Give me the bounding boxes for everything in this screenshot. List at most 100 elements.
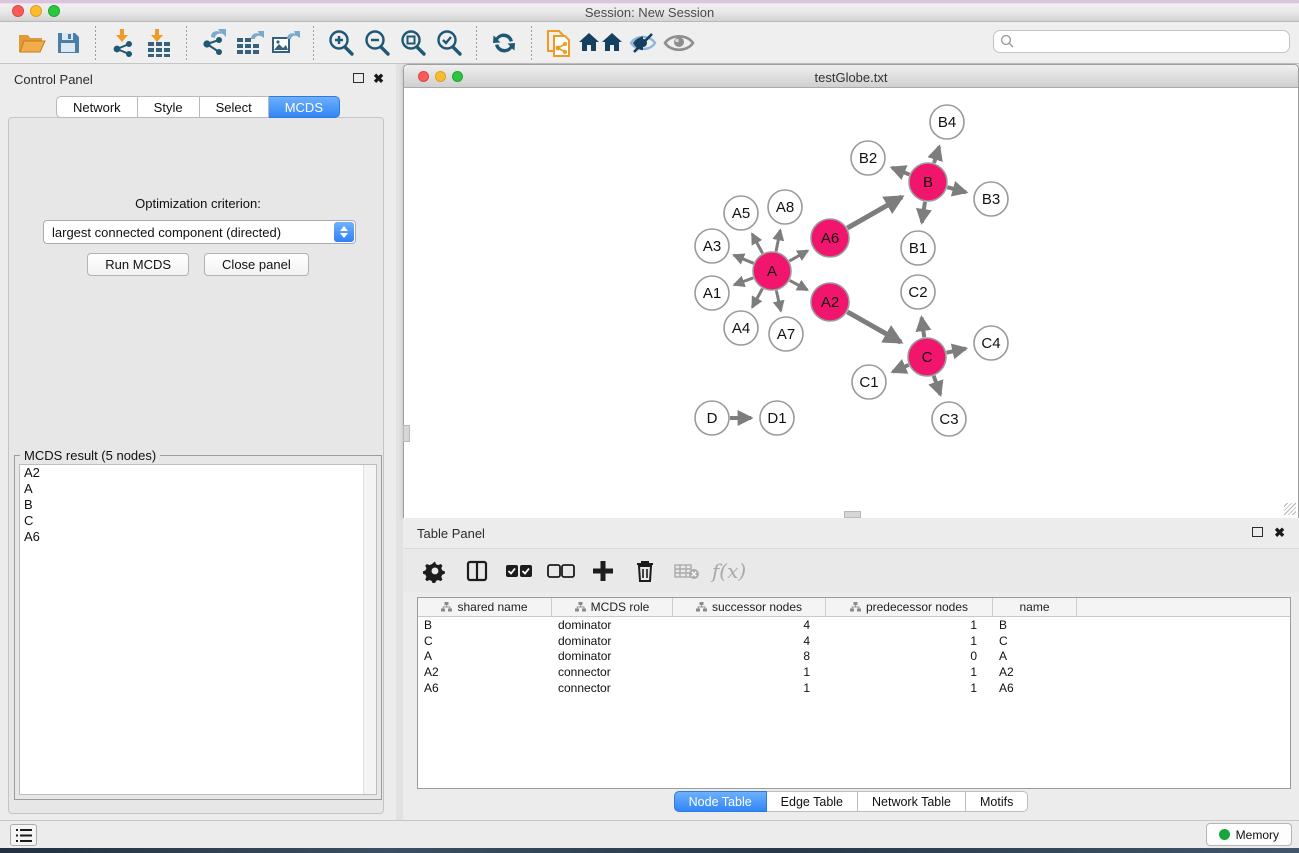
edge-A-A2[interactable] bbox=[790, 280, 808, 290]
tab-edge-table[interactable]: Edge Table bbox=[767, 791, 858, 812]
cell-MCDS-role[interactable]: connector bbox=[552, 681, 673, 695]
mcds-result-item[interactable]: A6 bbox=[20, 529, 376, 545]
table-row[interactable]: A6connector11A6 bbox=[418, 680, 1290, 696]
table-row[interactable]: Adominator80A bbox=[418, 649, 1290, 665]
float-panel-icon[interactable] bbox=[1252, 527, 1263, 537]
cell-predecessor-nodes[interactable]: 0 bbox=[826, 649, 993, 663]
tab-node-table[interactable]: Node Table bbox=[674, 791, 767, 812]
clone-network-icon[interactable] bbox=[541, 26, 577, 60]
network-window-titlebar[interactable]: testGlobe.txt bbox=[404, 65, 1298, 88]
edge-A2-C[interactable] bbox=[847, 312, 901, 342]
search-input[interactable] bbox=[1015, 35, 1265, 49]
zoom-fit-icon[interactable] bbox=[395, 26, 431, 60]
export-network-icon[interactable] bbox=[196, 26, 232, 60]
mcds-result-item[interactable]: A2 bbox=[20, 465, 376, 481]
cell-successor-nodes[interactable]: 1 bbox=[673, 665, 826, 679]
tab-network-table[interactable]: Network Table bbox=[858, 791, 966, 812]
cell-predecessor-nodes[interactable]: 1 bbox=[826, 634, 993, 648]
close-panel-icon[interactable]: ✖ bbox=[1274, 527, 1285, 538]
edge-A-A4[interactable] bbox=[752, 289, 762, 308]
mcds-result-list[interactable]: A2ABCA6 bbox=[19, 464, 377, 795]
close-panel-button[interactable]: Close panel bbox=[204, 253, 309, 276]
edge-B-B2[interactable] bbox=[892, 168, 909, 175]
memory-button[interactable]: Memory bbox=[1206, 823, 1292, 846]
search-box[interactable] bbox=[993, 30, 1290, 53]
edge-C-C1[interactable] bbox=[893, 365, 909, 372]
edge-A-A3[interactable] bbox=[734, 255, 754, 263]
cell-name[interactable]: B bbox=[993, 618, 1077, 632]
mcds-result-item[interactable]: A bbox=[20, 481, 376, 497]
hide-panel-eye-icon[interactable] bbox=[625, 26, 661, 60]
cell-shared-name[interactable]: B bbox=[418, 618, 552, 632]
edge-A6-B[interactable] bbox=[847, 197, 902, 228]
column-header-predecessor-nodes[interactable]: predecessor nodes bbox=[826, 598, 993, 616]
edge-C-C4[interactable] bbox=[947, 349, 966, 353]
zoom-in-icon[interactable] bbox=[323, 26, 359, 60]
cell-predecessor-nodes[interactable]: 1 bbox=[826, 618, 993, 632]
edge-B-B4[interactable] bbox=[934, 147, 939, 163]
float-panel-icon[interactable] bbox=[353, 73, 364, 83]
save-session-icon[interactable] bbox=[50, 26, 86, 60]
edge-A-A7[interactable] bbox=[776, 291, 781, 311]
import-network-icon[interactable] bbox=[105, 26, 141, 60]
column-header-name[interactable]: name bbox=[993, 598, 1077, 616]
import-table-icon[interactable] bbox=[141, 26, 177, 60]
column-visibility-icon[interactable] bbox=[463, 557, 491, 585]
cell-name[interactable]: A6 bbox=[993, 681, 1077, 695]
deselect-all-checkboxes-icon[interactable] bbox=[547, 557, 575, 585]
column-header-shared-name[interactable]: shared name bbox=[418, 598, 552, 616]
select-all-checkboxes-icon[interactable] bbox=[505, 557, 533, 585]
zoom-out-icon[interactable] bbox=[359, 26, 395, 60]
cell-name[interactable]: A2 bbox=[993, 665, 1077, 679]
edge-A-A8[interactable] bbox=[776, 230, 780, 251]
tab-style[interactable]: Style bbox=[138, 96, 200, 118]
table-row[interactable]: Cdominator41C bbox=[418, 633, 1290, 649]
cell-MCDS-role[interactable]: dominator bbox=[552, 634, 673, 648]
mcds-result-item[interactable]: C bbox=[20, 513, 376, 529]
table-row[interactable]: A2connector11A2 bbox=[418, 664, 1290, 680]
column-header-successor-nodes[interactable]: successor nodes bbox=[673, 598, 826, 616]
tab-motifs[interactable]: Motifs bbox=[966, 791, 1028, 812]
cell-MCDS-role[interactable]: connector bbox=[552, 665, 673, 679]
export-image-icon[interactable] bbox=[268, 26, 304, 60]
network-canvas[interactable]: B4B2BB3A5A8A6A3B1AA1C2A2A4A7C4CC1DD1C3 bbox=[404, 88, 1298, 518]
add-column-icon[interactable] bbox=[589, 557, 617, 585]
table-header-row[interactable]: shared nameMCDS rolesuccessor nodesprede… bbox=[418, 598, 1290, 617]
cell-shared-name[interactable]: A2 bbox=[418, 665, 552, 679]
task-history-button[interactable] bbox=[10, 824, 37, 846]
cell-name[interactable]: C bbox=[993, 634, 1077, 648]
edge-C-C2[interactable] bbox=[922, 318, 925, 338]
refresh-layout-icon[interactable] bbox=[486, 26, 522, 60]
cell-predecessor-nodes[interactable]: 1 bbox=[826, 681, 993, 695]
tab-select[interactable]: Select bbox=[200, 96, 269, 118]
run-mcds-button[interactable]: Run MCDS bbox=[87, 253, 189, 276]
resize-grip-icon[interactable] bbox=[1284, 503, 1296, 515]
delete-column-trash-icon[interactable] bbox=[631, 557, 659, 585]
edge-C-C3[interactable] bbox=[934, 376, 941, 395]
cell-successor-nodes[interactable]: 4 bbox=[673, 618, 826, 632]
tab-network[interactable]: Network bbox=[56, 96, 138, 118]
cell-shared-name[interactable]: A bbox=[418, 649, 552, 663]
edge-A-A6[interactable] bbox=[789, 251, 807, 261]
cell-shared-name[interactable]: C bbox=[418, 634, 552, 648]
show-panel-eye-icon[interactable] bbox=[661, 26, 697, 60]
divider-handle[interactable] bbox=[403, 425, 410, 442]
close-panel-icon[interactable]: ✖ bbox=[373, 73, 384, 84]
cell-name[interactable]: A bbox=[993, 649, 1077, 663]
cell-predecessor-nodes[interactable]: 1 bbox=[826, 665, 993, 679]
export-table-icon[interactable] bbox=[232, 26, 268, 60]
cell-successor-nodes[interactable]: 8 bbox=[673, 649, 826, 663]
open-session-icon[interactable] bbox=[14, 26, 50, 60]
cell-MCDS-role[interactable]: dominator bbox=[552, 649, 673, 663]
mcds-result-item[interactable]: B bbox=[20, 497, 376, 513]
tab-mcds[interactable]: MCDS bbox=[269, 96, 340, 118]
node-table[interactable]: shared nameMCDS rolesuccessor nodesprede… bbox=[417, 597, 1291, 789]
settings-gear-icon[interactable] bbox=[421, 557, 449, 585]
column-header-MCDS-role[interactable]: MCDS role bbox=[552, 598, 673, 616]
cell-successor-nodes[interactable]: 4 bbox=[673, 634, 826, 648]
divider-handle[interactable] bbox=[844, 511, 861, 518]
zoom-selected-icon[interactable] bbox=[431, 26, 467, 60]
table-row[interactable]: Bdominator41B bbox=[418, 617, 1290, 633]
edge-B-B3[interactable] bbox=[947, 187, 966, 192]
scrollbar-track[interactable] bbox=[363, 465, 376, 794]
